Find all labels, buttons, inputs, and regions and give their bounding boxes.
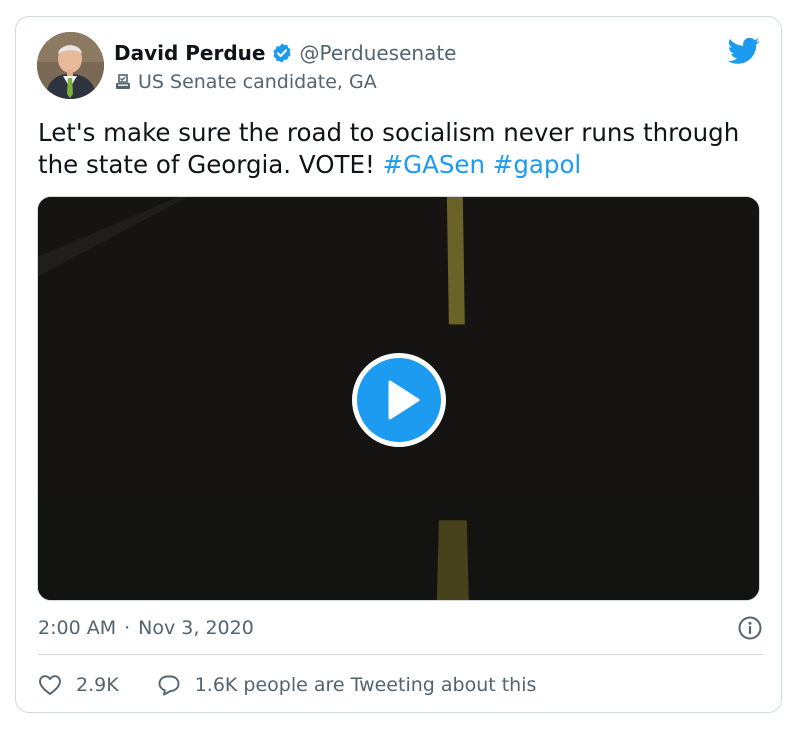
author-label-row: US Senate candidate, GA — [114, 69, 377, 95]
play-icon — [388, 380, 420, 420]
hashtag-gapol[interactable]: #gapol — [493, 150, 581, 179]
reply-button[interactable]: 1.6K people are Tweeting about this — [157, 673, 537, 697]
divider — [38, 654, 763, 655]
speech-bubble-icon — [158, 675, 180, 696]
reply-summary[interactable]: 1.6K people are Tweeting about this — [195, 674, 537, 696]
tweet-text: Let's make sure the road to socialism ne… — [38, 117, 763, 181]
twitter-bird-icon[interactable] — [727, 37, 760, 65]
like-button[interactable]: 2.9K — [38, 673, 119, 697]
author-handle[interactable]: @Perduesenate — [299, 41, 456, 65]
tweet-timestamp[interactable]: 2:00 AM · Nov 3, 2020 — [38, 613, 763, 643]
like-count[interactable]: 2.9K — [76, 674, 119, 696]
author-display-name[interactable]: David Perdue — [114, 41, 265, 65]
author-name-row[interactable]: David Perdue @Perduesenate — [114, 39, 457, 67]
tweet-time[interactable]: 2:00 AM — [38, 617, 116, 639]
author-label: US Senate candidate, GA — [138, 71, 377, 93]
tweet-card[interactable]: David Perdue @Perduesenate US Senate can… — [15, 16, 782, 713]
ballot-box-icon — [114, 73, 132, 91]
video-player[interactable] — [37, 196, 760, 601]
info-icon[interactable] — [737, 615, 763, 641]
tweet-actions: 2.9K 1.6K people are Tweeting about this — [38, 670, 536, 700]
hashtag-gasen[interactable]: #GASen — [383, 150, 485, 179]
hashtag-separator — [485, 150, 493, 179]
avatar[interactable] — [37, 32, 104, 99]
meta-separator: · — [124, 617, 131, 639]
play-button[interactable] — [352, 353, 446, 447]
verified-badge-icon — [271, 42, 293, 64]
profile-photo — [37, 32, 104, 99]
heart-icon — [39, 675, 61, 695]
tweet-date[interactable]: Nov 3, 2020 — [138, 617, 254, 639]
